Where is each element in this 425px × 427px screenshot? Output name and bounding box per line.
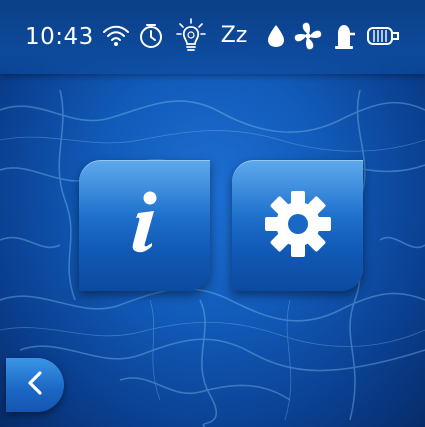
filter-icon — [364, 16, 402, 56]
clock-time: 10:43 — [25, 24, 94, 50]
chevron-left-icon — [25, 370, 45, 400]
fan-icon — [291, 16, 325, 56]
info-icon — [125, 191, 165, 261]
timer-icon — [134, 16, 168, 56]
gear-icon — [264, 190, 332, 262]
wifi-icon — [99, 16, 133, 56]
settings-button[interactable] — [232, 160, 363, 291]
sleep-icon: Zz — [214, 16, 254, 56]
light-bulb-icon — [174, 16, 208, 56]
back-button[interactable] — [6, 358, 64, 412]
sleep-text: Zz — [220, 23, 248, 48]
water-drop-icon — [262, 16, 290, 56]
heater-icon — [327, 16, 361, 56]
info-button[interactable] — [79, 160, 210, 291]
status-bar: 10:43 Zz — [0, 0, 425, 74]
screen: 10:43 Zz — [0, 0, 425, 427]
